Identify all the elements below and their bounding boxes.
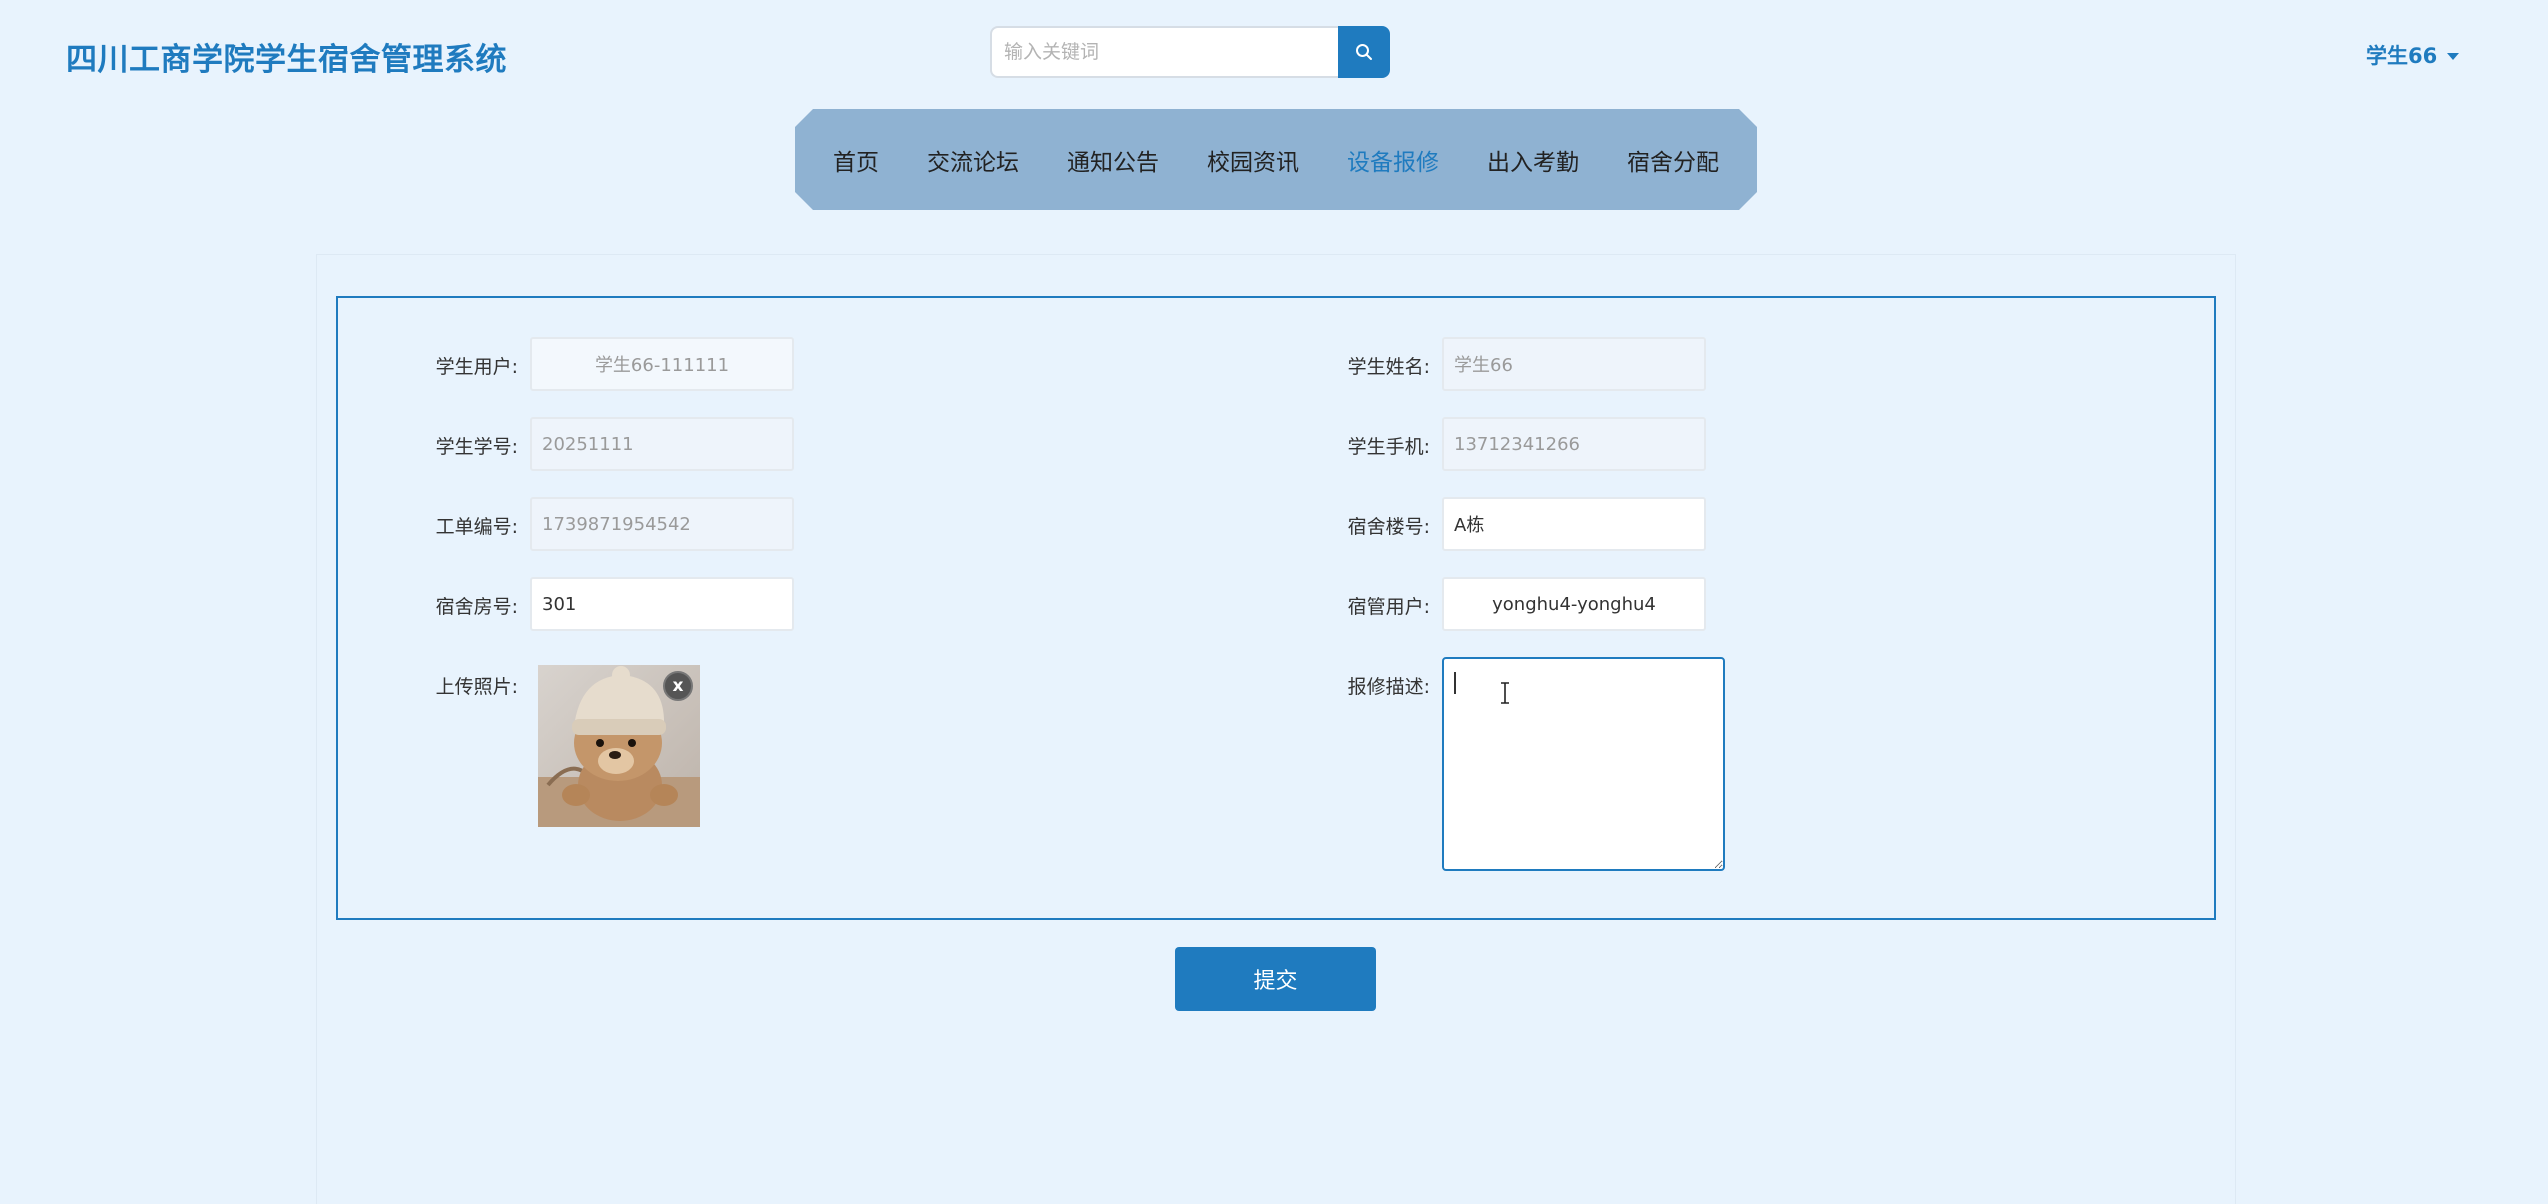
- main-nav: 首页 交流论坛 通知公告 校园资讯 设备报修 出入考勤 宿舍分配: [795, 109, 1757, 210]
- student-user-label: 学生用户:: [435, 356, 518, 378]
- remove-photo-button[interactable]: x: [663, 671, 693, 701]
- manager-user-select[interactable]: yonghu4-yonghu4: [1442, 577, 1706, 631]
- ibeam-cursor-icon: [1501, 682, 1509, 704]
- nav-item-dorm-allocation[interactable]: 宿舍分配: [1603, 143, 1743, 177]
- search-icon: [1356, 44, 1372, 60]
- search-button[interactable]: [1338, 26, 1390, 78]
- user-menu[interactable]: 学生66: [2366, 40, 2460, 70]
- room-no-label: 宿舍房号:: [435, 596, 518, 618]
- building-no-label: 宿舍楼号:: [1347, 516, 1430, 538]
- search-input[interactable]: [990, 26, 1340, 78]
- ticket-no-field: 1739871954542: [530, 497, 794, 551]
- building-no-field[interactable]: A栋: [1442, 497, 1706, 551]
- manager-user-label: 宿管用户:: [1347, 596, 1430, 618]
- student-phone-label: 学生手机:: [1347, 436, 1430, 458]
- caret-down-icon: [2447, 52, 2460, 60]
- student-user-field: 学生66-111111: [530, 337, 794, 391]
- submit-button[interactable]: 提交: [1175, 947, 1376, 1011]
- room-no-field[interactable]: 301: [530, 577, 794, 631]
- user-name: 学生66: [2366, 44, 2438, 68]
- student-name-field: 学生66: [1442, 337, 1706, 391]
- student-id-field: 20251111: [530, 417, 794, 471]
- text-caret: [1454, 672, 1456, 694]
- student-id-label: 学生学号:: [435, 436, 518, 458]
- repair-desc-textarea[interactable]: [1442, 657, 1725, 871]
- nav-item-equipment-repair[interactable]: 设备报修: [1323, 143, 1463, 177]
- nav-item-home[interactable]: 首页: [809, 143, 903, 177]
- site-title: 四川工商学院学生宿舍管理系统: [66, 42, 507, 78]
- student-name-label: 学生姓名:: [1347, 356, 1430, 378]
- upload-photo-label: 上传照片:: [435, 676, 518, 698]
- nav-item-announcements[interactable]: 通知公告: [1043, 143, 1183, 177]
- nav-item-forum[interactable]: 交流论坛: [903, 143, 1043, 177]
- ticket-no-label: 工单编号:: [435, 516, 518, 538]
- nav-item-attendance[interactable]: 出入考勤: [1463, 143, 1603, 177]
- search-bar: [990, 26, 1390, 78]
- student-phone-field: 13712341266: [1442, 417, 1706, 471]
- repair-desc-label: 报修描述:: [1347, 676, 1430, 698]
- nav-item-campus-news[interactable]: 校园资讯: [1183, 143, 1323, 177]
